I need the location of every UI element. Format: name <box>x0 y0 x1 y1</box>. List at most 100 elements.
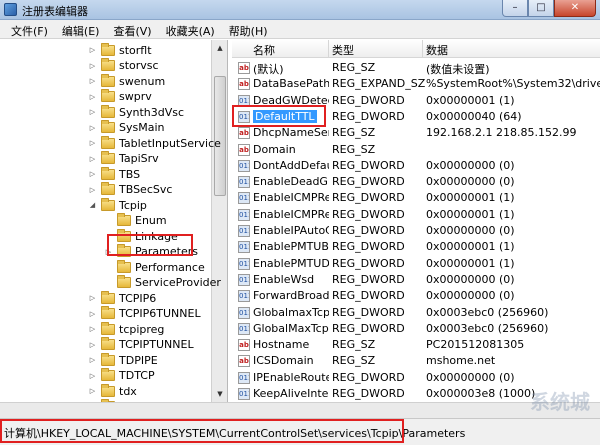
value-row[interactable]: ab ICSDomain REG_SZ mshome.net <box>232 353 600 369</box>
value-row[interactable]: 011IPEnableRouterREG_DWORD 0x00000000 (0) <box>232 370 600 386</box>
column-header-name[interactable]: 名称 <box>253 42 275 58</box>
tree-item-label: TCPIPTUNNEL <box>119 338 194 351</box>
menu-file[interactable]: 文件(F) <box>4 20 55 39</box>
expand-arrow-icon[interactable]: ▷ <box>88 108 97 116</box>
column-header-type[interactable]: 类型 <box>332 42 354 58</box>
value-row[interactable]: ab Domain REG_SZ <box>232 142 600 158</box>
value-type: REG_SZ <box>332 126 376 140</box>
tree-item-label: SysMain <box>119 121 165 134</box>
tree-item[interactable]: ▷ TDPIPE <box>88 352 158 368</box>
expand-arrow-icon[interactable]: ▷ <box>88 139 97 147</box>
column-header-data[interactable]: 数据 <box>426 42 448 58</box>
tree-item[interactable]: ▷ TBS <box>88 166 140 182</box>
tree-item[interactable]: ▷ storvsc <box>88 58 159 74</box>
value-row[interactable]: 011GlobalmaxTcp...REG_DWORD 0x0003ebc0 (2… <box>232 305 600 321</box>
folder-icon <box>101 182 115 195</box>
values-list[interactable]: 名称 类型 数据 ab (默认) REG_SZ (数值未设置) ab DataBasePa… <box>232 40 600 402</box>
tree-item[interactable]: ▷ swenum <box>88 73 165 89</box>
expand-arrow-icon[interactable]: ▷ <box>88 124 97 132</box>
value-data: 0x00000000 (0) <box>426 370 515 384</box>
value-name: GlobalmaxTcp... <box>253 305 329 319</box>
value-data: %SystemRoot%\System32\drivers\ <box>426 77 600 91</box>
tree-item[interactable]: ▷ TCPIP6TUNNEL <box>88 306 201 322</box>
value-data: 0x00000001 (1) <box>426 191 515 205</box>
folder-icon <box>101 73 115 87</box>
regedit-app-icon <box>4 3 17 16</box>
tree-item[interactable]: ▷ tdx <box>88 383 137 399</box>
tree-item-label: swenum <box>119 74 166 88</box>
value-row[interactable]: 011GlobalMaxTcp...REG_DWORD 0x0003ebc0 (2… <box>232 321 600 337</box>
expand-arrow-icon[interactable]: ▷ <box>88 294 97 302</box>
minimize-button[interactable]: – <box>502 0 528 17</box>
expand-arrow-icon[interactable]: ◢ <box>88 201 97 209</box>
tree-item[interactable]: ▷ storflt <box>88 42 152 58</box>
tree-scrollbar[interactable]: ▲ ▼ <box>211 40 227 402</box>
scroll-up-icon[interactable]: ▲ <box>212 40 227 56</box>
folder-icon <box>101 135 115 149</box>
tree-item-label: tcpipreg <box>119 322 165 336</box>
expand-arrow-icon[interactable]: ▷ <box>88 325 97 333</box>
tree-item-label: storflt <box>119 43 152 57</box>
value-row[interactable]: 011ForwardBroad...REG_DWORD 0x00000000 (0… <box>232 288 600 304</box>
value-type: REG_DWORD <box>332 370 405 384</box>
value-row[interactable]: 011EnableICMPRe...REG_DWORD 0x00000001 (1… <box>232 190 600 206</box>
tree-item[interactable]: ServiceProvider <box>104 275 221 291</box>
expand-arrow-icon[interactable]: ▷ <box>88 356 97 364</box>
expand-arrow-icon[interactable]: ▷ <box>88 46 97 54</box>
expand-arrow-icon[interactable]: ▷ <box>88 77 97 85</box>
menu-favorites[interactable]: 收藏夹(A) <box>159 20 222 39</box>
expand-arrow-icon[interactable]: ▷ <box>88 155 97 163</box>
menu-help[interactable]: 帮助(H) <box>222 20 275 39</box>
expand-arrow-icon[interactable]: ▷ <box>88 372 97 380</box>
value-data: 0x00000000 (0) <box>426 224 515 237</box>
tree-item[interactable]: ▷ TCPIPTUNNEL <box>88 337 194 353</box>
menu-view[interactable]: 查看(V) <box>106 20 158 39</box>
value-row[interactable]: ab Hostname REG_SZ PC201512081305 <box>232 337 600 353</box>
tree-item[interactable]: ▷ SysMain <box>88 120 164 136</box>
value-row[interactable]: 011EnableDeadG...REG_DWORD 0x00000000 (0) <box>232 174 600 190</box>
expand-arrow-icon[interactable]: ▷ <box>88 170 97 178</box>
tree-item-label: tdx <box>119 384 137 398</box>
value-row[interactable]: 011EnablePMTUB...REG_DWORD 0x00000001 (1) <box>232 239 600 255</box>
tree-item-label: TabletInputService <box>119 136 221 150</box>
tree-item[interactable]: ▷ TCPIP6 <box>88 290 156 306</box>
folder-icon <box>101 104 115 118</box>
expand-arrow-icon[interactable]: ▷ <box>88 93 97 101</box>
tree-item-label: TDPIPE <box>119 353 158 367</box>
tree-item[interactable]: ▷ TDTCP <box>88 368 155 384</box>
tree-item[interactable]: ▷ swprv <box>88 89 152 105</box>
menu-edit[interactable]: 编辑(E) <box>55 20 107 39</box>
value-data: 0x0003ebc0 (256960) <box>426 321 549 335</box>
value-row[interactable]: ab DataBasePath REG_EXPAND_SZ %SystemRoot%\… <box>232 76 600 92</box>
folder-icon <box>101 337 115 350</box>
expand-arrow-icon[interactable]: ▷ <box>88 62 97 70</box>
expand-arrow-icon[interactable]: ▷ <box>88 186 97 194</box>
value-row[interactable]: ab (默认) REG_SZ (数值未设置) <box>232 60 600 76</box>
tree-item[interactable]: Enum <box>104 213 167 229</box>
tree-item[interactable]: ◢ Tcpip <box>88 197 147 213</box>
tree-item[interactable]: ▷ TapiSrv <box>88 151 159 167</box>
value-name: EnableICMPRe... <box>253 207 329 221</box>
value-row[interactable]: 011EnableICMPRe...REG_DWORD 0x00000001 (1… <box>232 207 600 223</box>
value-row[interactable]: abDhcpNameSer...REG_SZ 192.168.2.1 218.85… <box>232 125 600 141</box>
tree-item[interactable]: ▷ tcpipreg <box>88 321 164 337</box>
value-row[interactable]: 011DontAddDefau...REG_DWORD 0x00000000 (0… <box>232 158 600 174</box>
close-button[interactable]: ✕ <box>554 0 596 17</box>
expand-arrow-icon[interactable]: ▷ <box>88 341 97 349</box>
tree-item[interactable]: ▷ TBSecSvc <box>88 182 172 198</box>
tree-item[interactable]: ▷ Synth3dVsc <box>88 104 184 120</box>
tree-item[interactable]: Performance <box>104 259 205 275</box>
expand-arrow-icon[interactable]: ▷ <box>88 387 97 395</box>
expand-arrow-icon[interactable]: ▷ <box>88 310 97 318</box>
value-row[interactable]: 011EnableWsd REG_DWORD 0x00000000 (0) <box>232 272 600 288</box>
horizontal-scrollbar[interactable] <box>0 402 600 418</box>
tree-item[interactable]: ▷ TabletInputService <box>88 135 221 151</box>
value-row[interactable]: 011EnableIPAutoC...REG_DWORD 0x00000000 (… <box>232 223 600 239</box>
tree-item-label: TDTCP <box>119 369 155 382</box>
value-row[interactable]: 011EnablePMTUDi...REG_DWORD 0x00000001 (1… <box>232 256 600 272</box>
registry-tree[interactable]: ▲ ▼ ▷ storflt ▷ storvsc ▷ swenum ▷ swprv ▷ Synth3… <box>0 40 228 402</box>
maximize-button[interactable]: □ <box>528 0 554 17</box>
value-name: EnableIPAutoC... <box>253 224 329 237</box>
folder-icon <box>117 275 131 288</box>
value-data: 192.168.2.1 218.85.152.99 <box>426 126 577 140</box>
